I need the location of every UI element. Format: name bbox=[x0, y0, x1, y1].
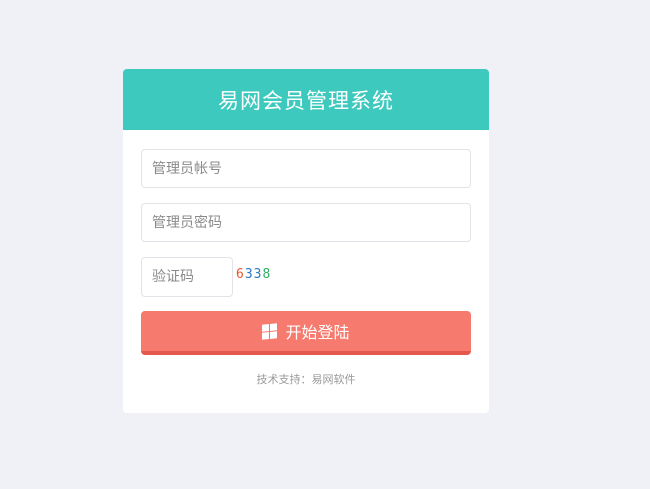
captcha-input[interactable] bbox=[141, 257, 233, 297]
windows-icon bbox=[262, 322, 278, 340]
footer-support-text: 技术支持：易网软件 bbox=[256, 373, 356, 386]
account-input[interactable] bbox=[141, 149, 471, 188]
login-button-label: 开始登陆 bbox=[285, 323, 350, 342]
card-header: 易网会员管理系统 bbox=[123, 69, 489, 130]
login-card: 易网会员管理系统 6338 开始登陆 技术支持：易网软件 bbox=[123, 69, 489, 413]
login-button[interactable]: 开始登陆 bbox=[141, 311, 471, 355]
captcha-char: 8 bbox=[262, 267, 272, 282]
page-title: 易网会员管理系统 bbox=[218, 88, 394, 113]
captcha-char: 6 bbox=[236, 267, 245, 282]
captcha-char: 3 bbox=[244, 267, 254, 282]
password-input[interactable] bbox=[141, 203, 471, 242]
captcha-image[interactable]: 6338 bbox=[236, 267, 271, 282]
